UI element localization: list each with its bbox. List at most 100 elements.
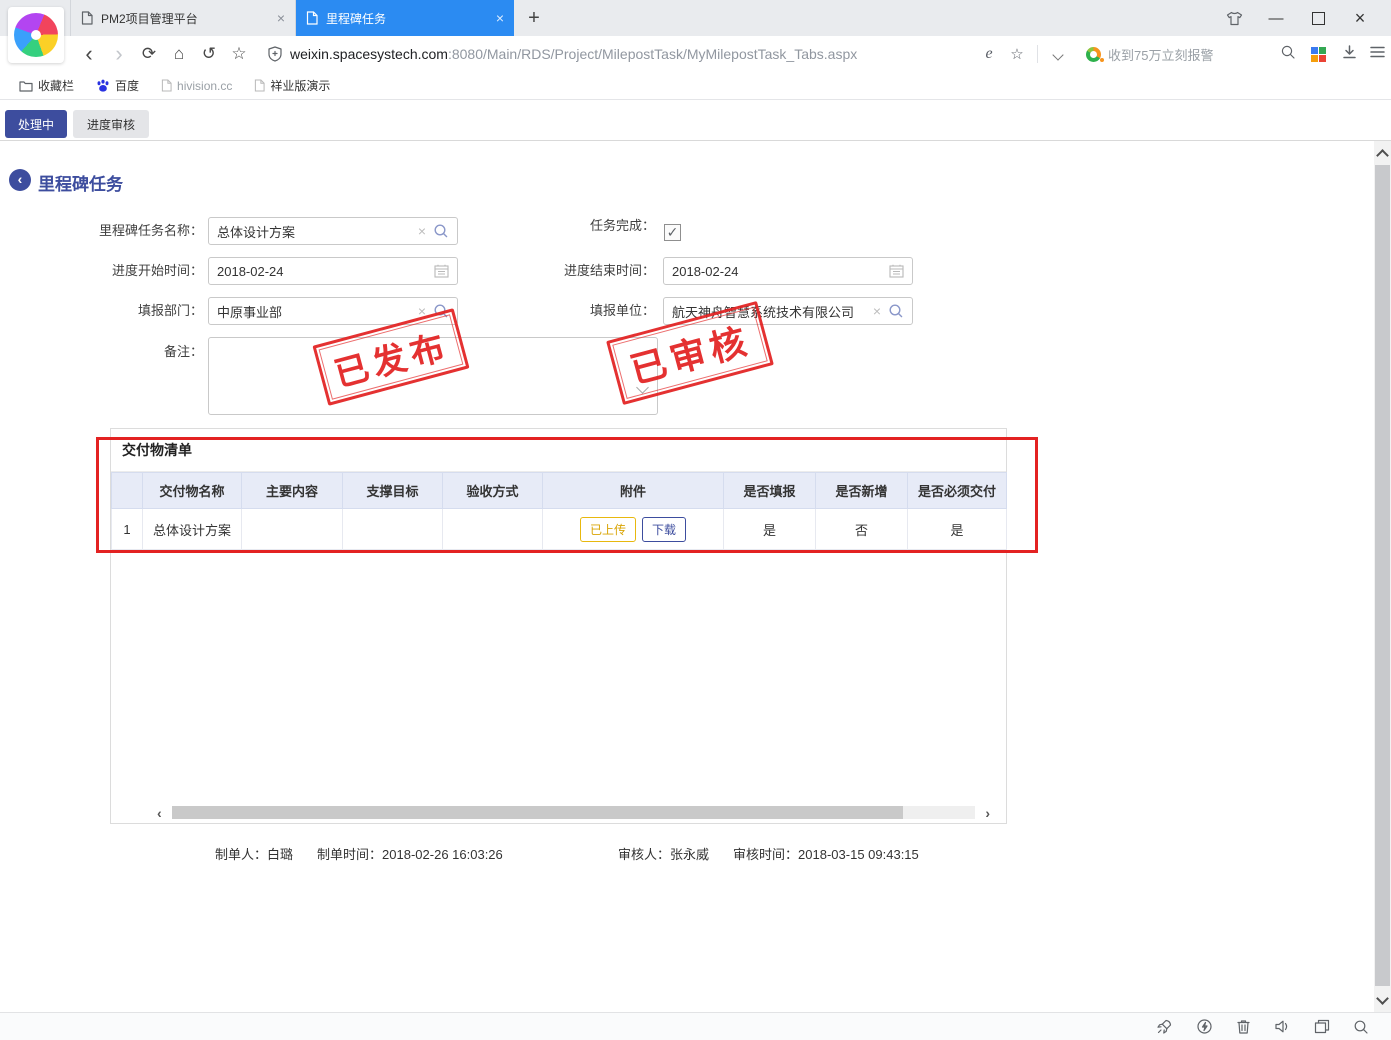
scroll-down-icon[interactable]: [1374, 990, 1391, 1010]
cell-attachment: 已上传下载: [543, 509, 724, 550]
lookup-icon[interactable]: [433, 223, 449, 239]
task-name-value: 总体设计方案: [217, 222, 411, 241]
lookup-icon[interactable]: [888, 303, 904, 319]
h-scrollbar-track[interactable]: [172, 806, 976, 819]
make-time-label: 制单时间：: [317, 847, 382, 862]
bookmark-label: 祥业版演示: [270, 77, 330, 94]
cell-name: 总体设计方案: [143, 509, 242, 550]
bookmark-label: 百度: [115, 77, 139, 94]
search-box[interactable]: 收到75万立刻报警: [1086, 45, 1266, 64]
ie-compat-icon[interactable]: e: [975, 45, 1003, 63]
dept-label: 填报部门：: [60, 297, 203, 325]
scroll-left-icon[interactable]: ‹: [153, 805, 166, 821]
divider: [0, 140, 1391, 141]
search-icon[interactable]: [1274, 44, 1302, 64]
new-tab-button[interactable]: +: [514, 0, 554, 36]
table-header-row: 交付物名称 主要内容 支撑目标 验收方式 附件 是否填报 是否新增 是否必须交付: [112, 473, 1007, 509]
cell-added: 否: [816, 509, 908, 550]
h-scrollbar-thumb[interactable]: [172, 806, 903, 819]
page-title: 里程碑任务: [38, 170, 123, 195]
task-done-checkbox[interactable]: ✓: [664, 224, 681, 241]
start-time-input[interactable]: 2018-02-24: [208, 257, 458, 285]
tab-progress-review[interactable]: 进度审核: [73, 110, 149, 138]
task-name-input[interactable]: 总体设计方案 ×: [208, 217, 458, 245]
col-added: 是否新增: [816, 473, 908, 509]
trash-clean-icon[interactable]: [1236, 1018, 1251, 1035]
close-window-button[interactable]: ×: [1339, 0, 1381, 36]
audit-time-label: 审核时间：: [733, 847, 798, 862]
downloads-icon[interactable]: [1335, 44, 1363, 64]
col-acceptance: 验收方式: [443, 473, 543, 509]
back-icon[interactable]: ‹: [74, 44, 104, 64]
reload-icon[interactable]: ⟳: [134, 44, 164, 64]
col-name: 交付物名称: [143, 473, 242, 509]
make-time: 2018-02-26 16:03:26: [382, 847, 503, 862]
browser-tab-strip: PM2项目管理平台 × 里程碑任务 × + — ×: [0, 0, 1391, 36]
uploaded-button[interactable]: 已上传: [580, 517, 636, 542]
volume-icon[interactable]: [1274, 1019, 1291, 1034]
window-controls: — ×: [1213, 0, 1381, 36]
bookmark-page-star-icon[interactable]: ☆: [1003, 45, 1031, 63]
browser-toolbar: ‹ › ⟳ ⌂ ↺ ☆ weixin.spacesystech.com:8080…: [0, 36, 1391, 72]
tab-processing[interactable]: 处理中: [5, 110, 67, 138]
cell-must: 是: [908, 509, 1007, 550]
baidu-icon: [96, 79, 110, 93]
multi-window-icon[interactable]: [1314, 1019, 1330, 1034]
v-scrollbar-thumb[interactable]: [1375, 165, 1390, 986]
menu-icon[interactable]: [1363, 45, 1391, 63]
download-button[interactable]: 下载: [642, 517, 686, 542]
close-icon[interactable]: ×: [496, 10, 504, 26]
tab-milestone-task[interactable]: 里程碑任务 ×: [296, 0, 514, 36]
page-content: 处理中 进度审核 ‹ 里程碑任务 里程碑任务名称： 总体设计方案 × 进度开始时…: [0, 100, 1391, 1012]
page-icon: [81, 11, 93, 25]
forward-icon[interactable]: ›: [104, 44, 134, 64]
theme-skin-icon[interactable]: [1213, 0, 1255, 36]
site-security-icon[interactable]: [268, 46, 282, 62]
doc-maker-info: 制单人：白璐 制单时间：2018-02-26 16:03:26: [215, 844, 503, 863]
address-bar[interactable]: weixin.spacesystech.com:8080/Main/RDS/Pr…: [268, 46, 965, 62]
table-row: 1 总体设计方案 已上传下载 是 否 是: [112, 509, 1007, 550]
favorites-star-icon[interactable]: ☆: [224, 44, 254, 64]
bookmark-label: hivision.cc: [177, 79, 232, 93]
maximize-icon: [1312, 12, 1325, 25]
search-engine-logo-icon: [1086, 47, 1101, 62]
bookmark-label: 收藏栏: [38, 77, 74, 94]
bookmarks-bar: 收藏栏 百度 hivision.cc 祥业版演示: [0, 72, 1391, 100]
maximize-button[interactable]: [1297, 0, 1339, 36]
maker-label: 制单人：: [215, 847, 267, 862]
deliverables-table: 交付物名称 主要内容 支撑目标 验收方式 附件 是否填报 是否新增 是否必须交付…: [111, 472, 1007, 550]
back-button[interactable]: ‹: [9, 169, 31, 191]
col-attachment: 附件: [543, 473, 724, 509]
calendar-icon[interactable]: [889, 264, 904, 278]
rocket-boost-icon[interactable]: [1156, 1018, 1173, 1035]
vertical-scrollbar[interactable]: [1374, 141, 1391, 1012]
accelerator-ball-icon[interactable]: [1196, 1018, 1213, 1035]
deliverables-title: 交付物清单: [111, 429, 1006, 472]
url-host: weixin.spacesystech.com: [290, 46, 448, 62]
end-time-input[interactable]: 2018-02-24: [663, 257, 913, 285]
bookmark-baidu[interactable]: 百度: [85, 72, 150, 99]
url-dropdown-icon[interactable]: [1044, 46, 1072, 63]
apps-grid-icon[interactable]: [1311, 47, 1326, 62]
maker-name: 白璐: [267, 847, 293, 862]
minimize-button[interactable]: —: [1255, 0, 1297, 36]
clear-icon[interactable]: ×: [873, 303, 881, 319]
search-hotword[interactable]: 收到75万立刻报警: [1108, 45, 1213, 64]
home-icon[interactable]: ⌂: [164, 44, 194, 64]
scroll-up-icon[interactable]: [1374, 143, 1391, 163]
scroll-right-icon[interactable]: ›: [981, 805, 994, 821]
page-zoom-icon[interactable]: [1353, 1019, 1369, 1035]
bookmark-hivision[interactable]: hivision.cc: [150, 72, 243, 99]
tab-pm2-platform[interactable]: PM2项目管理平台 ×: [70, 0, 296, 36]
clear-icon[interactable]: ×: [418, 223, 426, 239]
col-content: 主要内容: [242, 473, 343, 509]
calendar-icon[interactable]: [434, 264, 449, 278]
undo-close-icon[interactable]: ↺: [194, 44, 224, 64]
cell-content: [242, 509, 343, 550]
tab-title: 里程碑任务: [326, 10, 490, 27]
close-icon[interactable]: ×: [277, 10, 285, 26]
bookmark-folder[interactable]: 收藏栏: [8, 72, 85, 99]
browser-logo[interactable]: [8, 7, 64, 63]
end-time-value: 2018-02-24: [672, 264, 889, 279]
bookmark-xiangye[interactable]: 祥业版演示: [243, 72, 341, 99]
